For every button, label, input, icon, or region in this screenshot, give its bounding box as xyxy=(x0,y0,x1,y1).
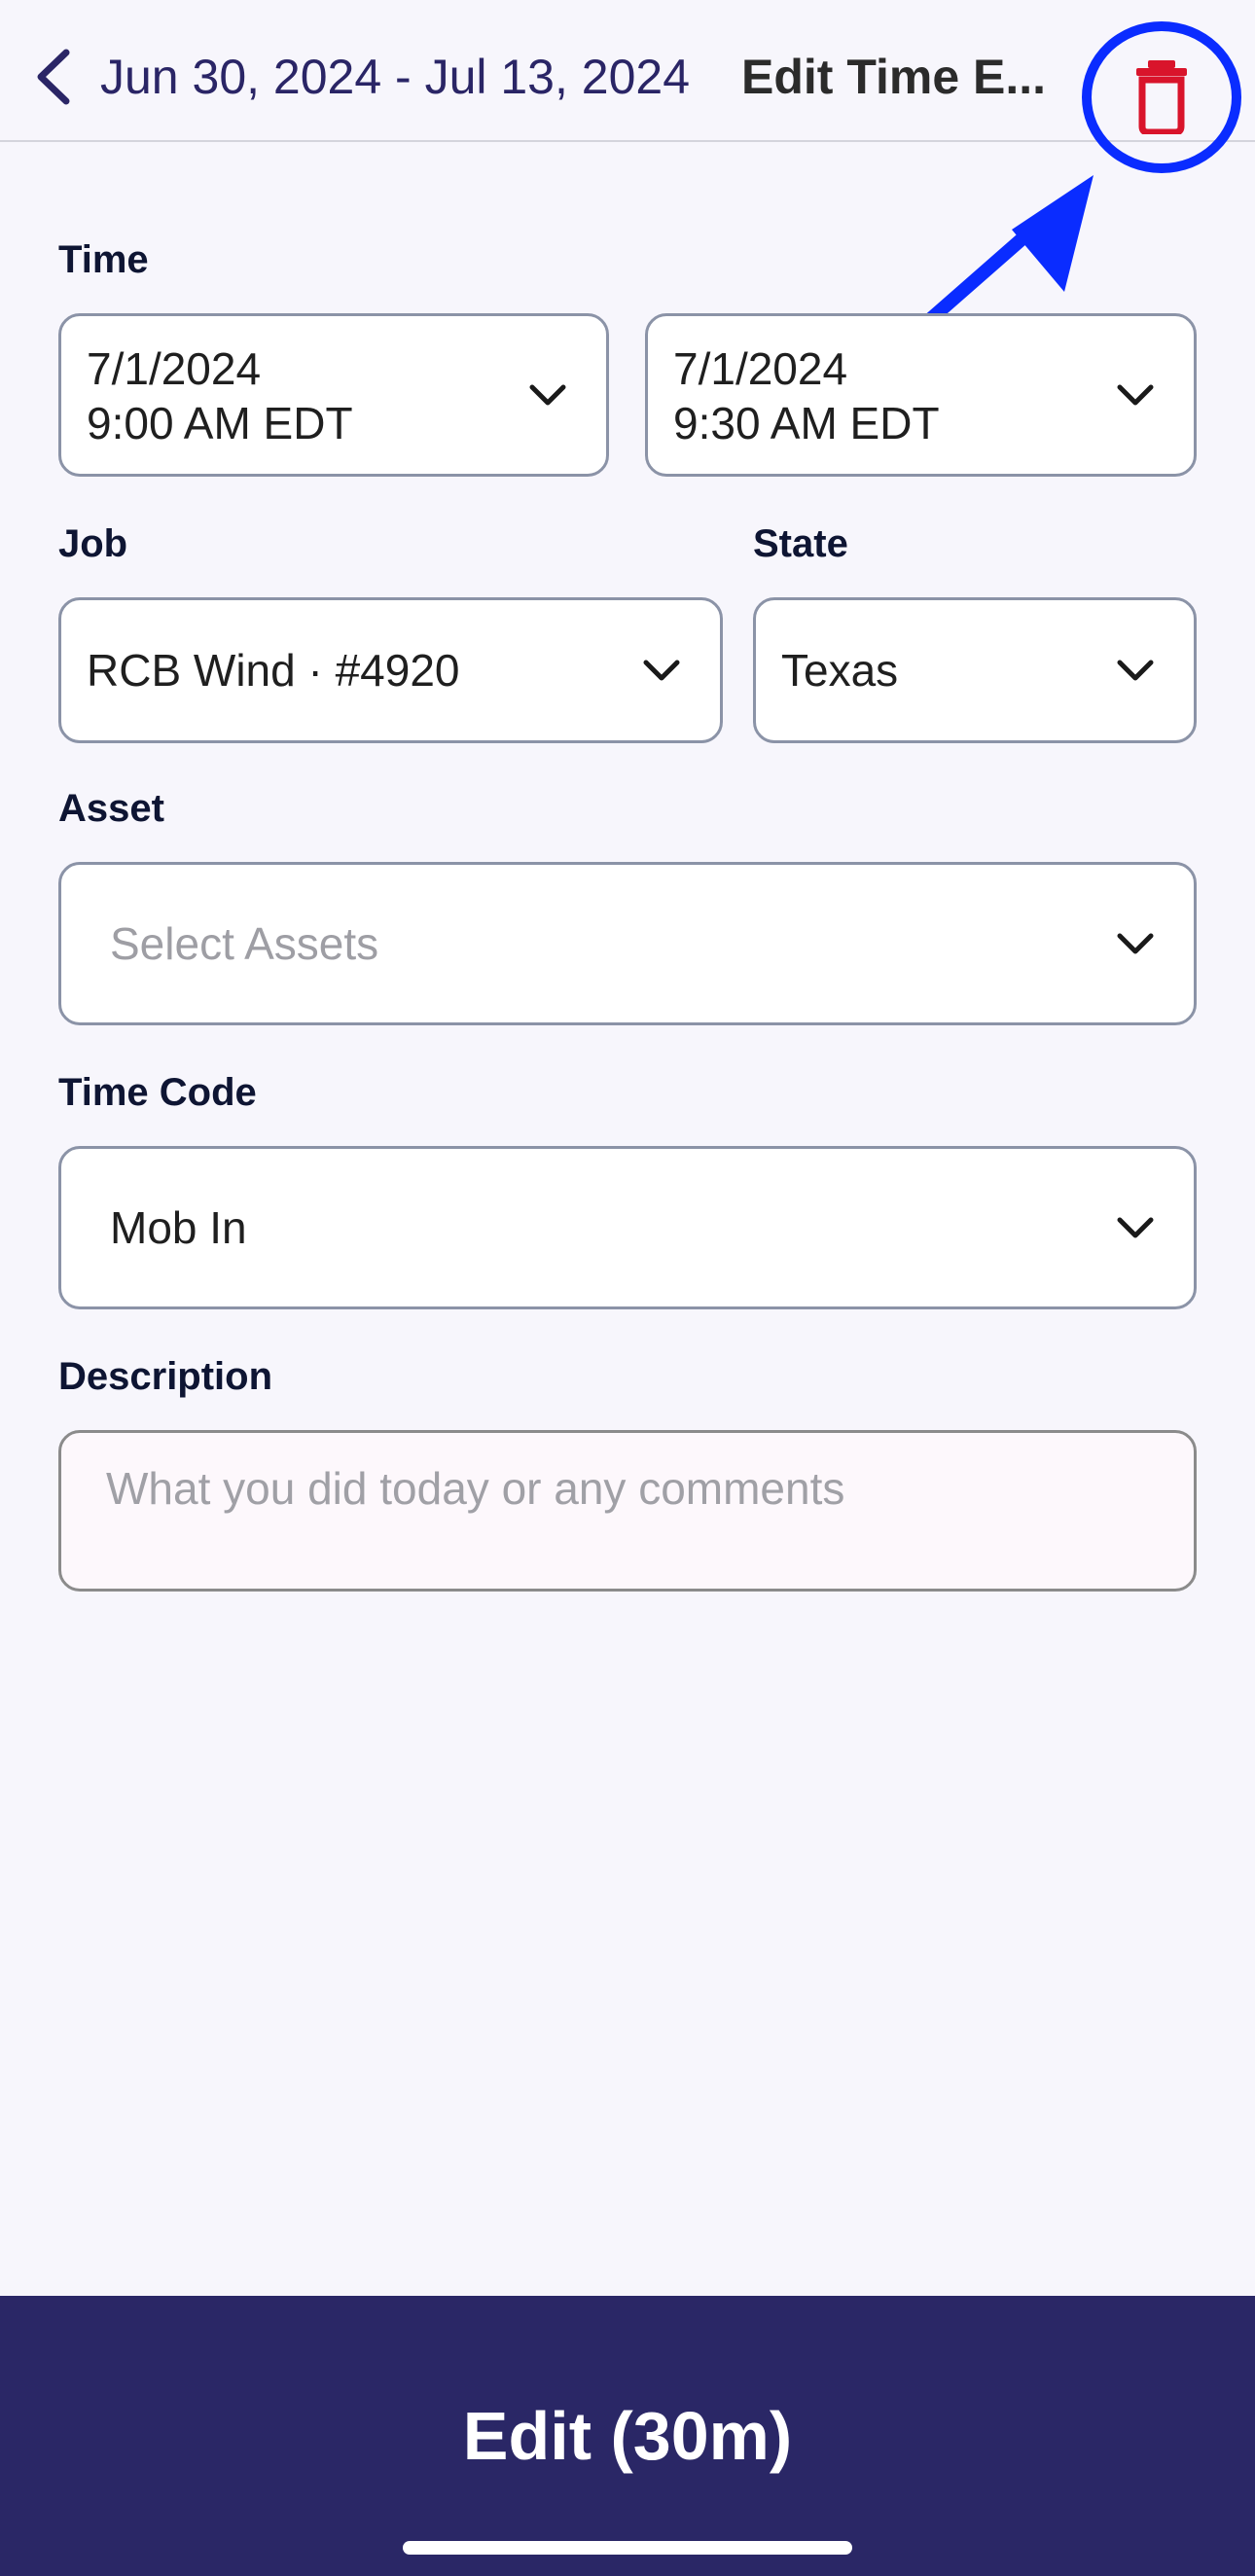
time-label: Time xyxy=(58,238,149,281)
delete-button[interactable] xyxy=(1082,21,1241,173)
time-code-label: Time Code xyxy=(58,1071,257,1114)
trash-icon[interactable] xyxy=(1134,58,1189,134)
description-field[interactable] xyxy=(58,1430,1197,1592)
description-label: Description xyxy=(58,1355,273,1398)
nav-header: Jun 30, 2024 - Jul 13, 2024 Edit Time E.… xyxy=(0,0,1255,142)
asset-label: Asset xyxy=(58,787,164,830)
time-code-select[interactable]: Mob In xyxy=(58,1146,1197,1309)
back-button-label[interactable]: Jun 30, 2024 - Jul 13, 2024 xyxy=(100,43,690,111)
description-input[interactable] xyxy=(106,1462,1137,1559)
asset-placeholder: Select Assets xyxy=(110,918,379,969)
chevron-down-icon xyxy=(1117,384,1154,406)
start-time: 9:00 AM EDT xyxy=(87,398,353,448)
footer-bar: Edit (30m) xyxy=(0,2296,1255,2576)
job-select[interactable]: RCB Wind · #4920 xyxy=(58,597,723,743)
job-label: Job xyxy=(58,522,128,565)
home-indicator xyxy=(403,2541,852,2555)
page-title: Edit Time E... xyxy=(741,50,1047,104)
chevron-down-icon xyxy=(1117,1217,1154,1238)
state-label: State xyxy=(753,522,848,565)
time-code-value: Mob In xyxy=(110,1202,247,1253)
chevron-down-icon xyxy=(643,660,680,681)
state-value: Texas xyxy=(781,645,899,696)
end-time: 9:30 AM EDT xyxy=(673,398,940,448)
chevron-left-icon[interactable] xyxy=(29,43,80,111)
end-time-picker[interactable]: 7/1/2024 9:30 AM EDT xyxy=(645,313,1197,477)
edit-button[interactable]: Edit (30m) xyxy=(0,2296,1255,2576)
asset-select[interactable]: Select Assets xyxy=(58,862,1197,1025)
state-select[interactable]: Texas xyxy=(753,597,1197,743)
job-value: RCB Wind · #4920 xyxy=(87,645,460,696)
end-date: 7/1/2024 xyxy=(673,343,848,394)
start-date: 7/1/2024 xyxy=(87,343,262,394)
chevron-down-icon xyxy=(1117,933,1154,954)
chevron-down-icon xyxy=(1117,660,1154,681)
chevron-down-icon xyxy=(529,384,566,406)
start-time-picker[interactable]: 7/1/2024 9:00 AM EDT xyxy=(58,313,609,477)
